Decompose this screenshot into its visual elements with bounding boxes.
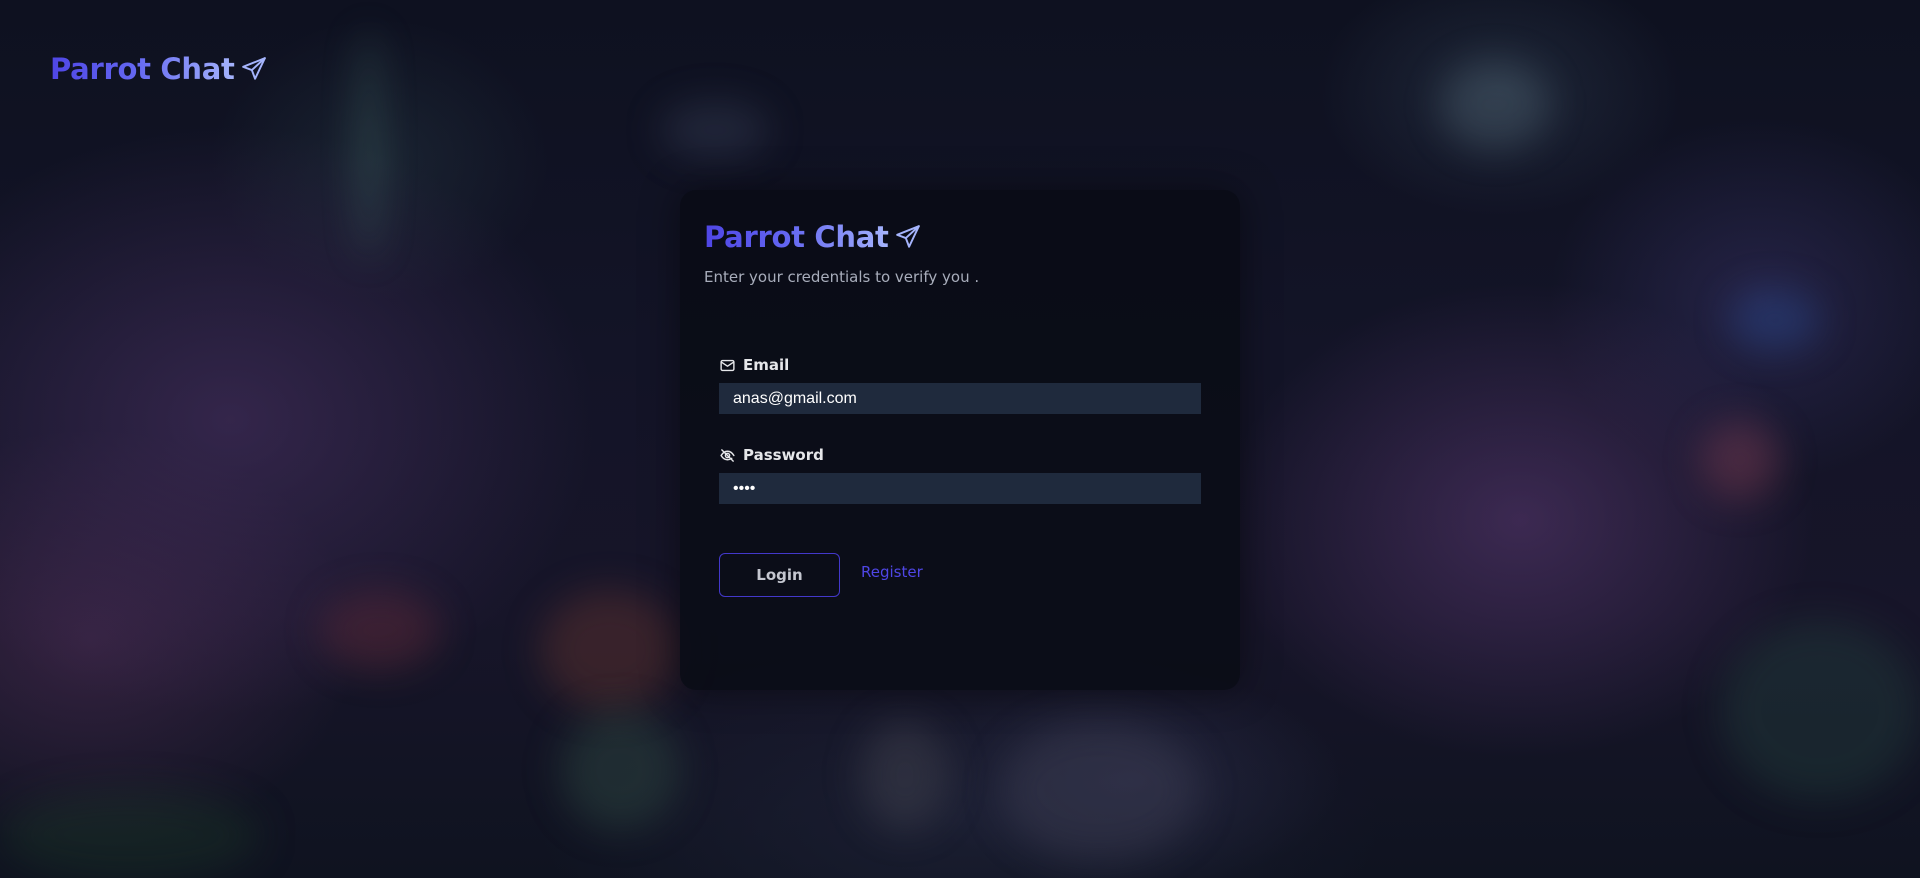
- email-label-row: Email: [719, 355, 1201, 375]
- login-button[interactable]: Login: [719, 553, 840, 597]
- register-link[interactable]: Register: [861, 563, 923, 581]
- email-input[interactable]: [719, 383, 1201, 414]
- login-card: Parrot Chat Enter your credentials to ve…: [680, 190, 1240, 690]
- brand-name: Parrot Chat: [50, 52, 235, 86]
- email-field: Email: [719, 355, 1201, 414]
- paper-plane-icon: [241, 57, 266, 80]
- paper-plane-icon: [895, 225, 920, 248]
- card-subtitle: Enter your credentials to verify you .: [704, 268, 980, 286]
- password-label: Password: [743, 446, 824, 464]
- password-label-row: Password: [719, 445, 1201, 465]
- card-logo: Parrot Chat: [704, 220, 921, 254]
- mail-icon: [720, 359, 735, 371]
- email-label: Email: [743, 356, 790, 374]
- card-brand-name: Parrot Chat: [704, 220, 889, 254]
- password-input[interactable]: [719, 473, 1201, 504]
- password-field: Password: [719, 445, 1201, 504]
- eye-off-icon[interactable]: [719, 447, 736, 464]
- header-logo[interactable]: Parrot Chat: [50, 52, 267, 86]
